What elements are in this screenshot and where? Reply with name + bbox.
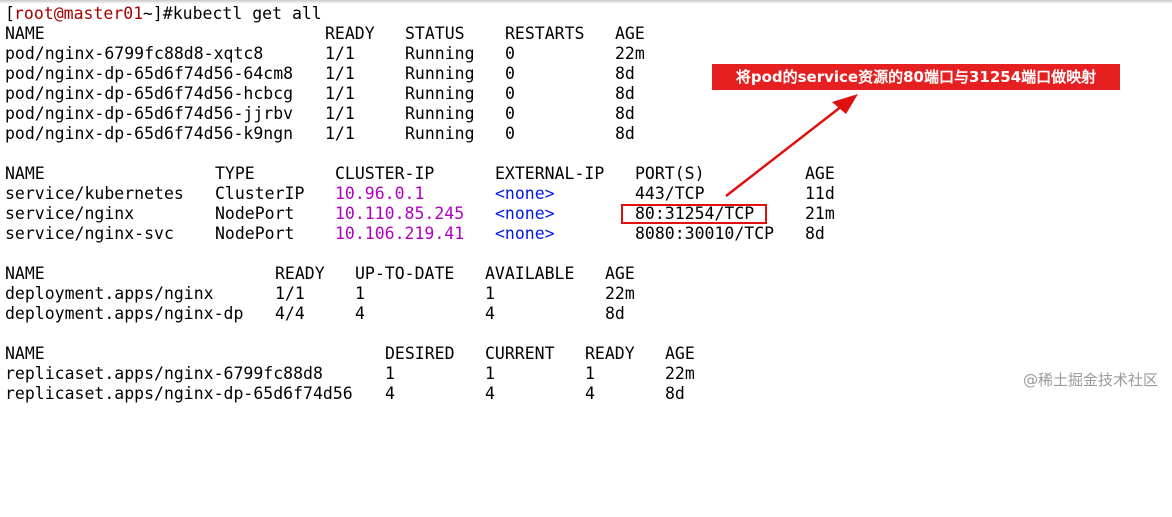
watermark: @稀土掘金技术社区 — [1022, 371, 1158, 389]
annotation-text: 将pod的service资源的80端口与31254端口做映射 — [735, 68, 1097, 86]
annotation-arrow — [725, 94, 858, 197]
annotation-label: 将pod的service资源的80端口与31254端口做映射 — [712, 64, 1120, 90]
terminal-window[interactable]: [ root@master01 ~]#kubectl get all NAME … — [0, 0, 1172, 404]
